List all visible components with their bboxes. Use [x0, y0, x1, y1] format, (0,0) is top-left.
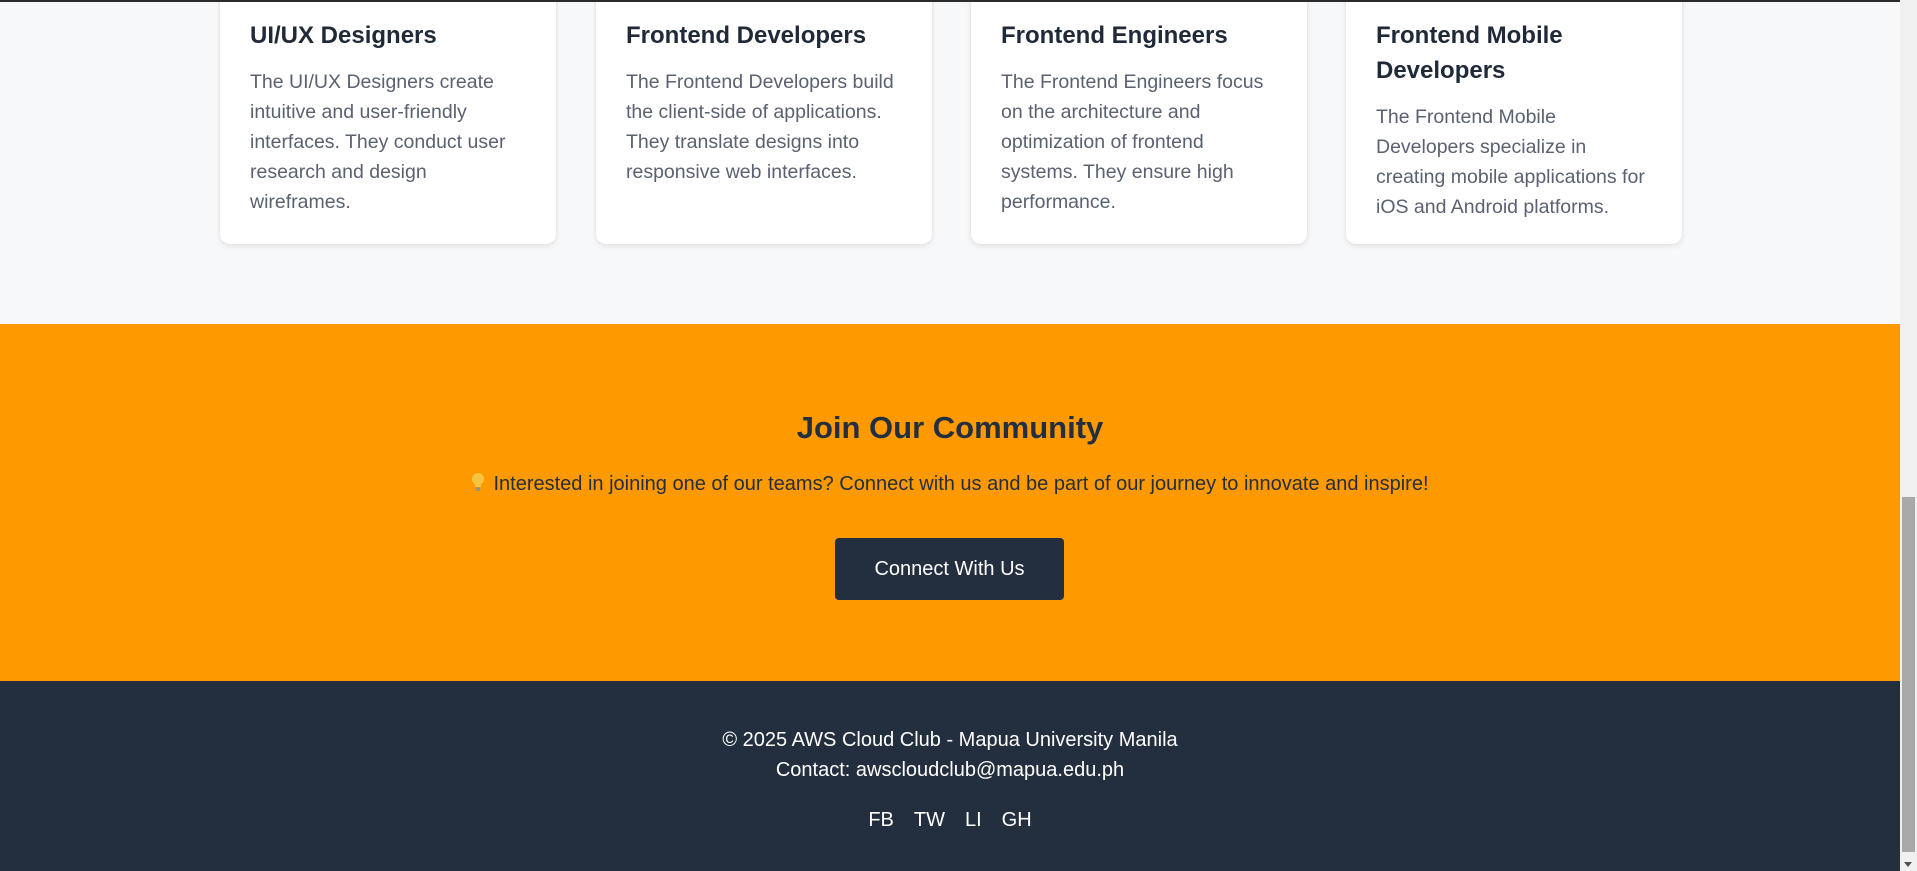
- lightbulb-icon: [471, 470, 485, 498]
- role-card-description: The Frontend Mobile Developers specializ…: [1376, 106, 1645, 218]
- role-card-description: The Frontend Developers build the client…: [626, 71, 894, 183]
- role-card-frontend-engineers: Frontend Engineers The Frontend Engineer…: [971, 0, 1307, 244]
- footer: © 2025 AWS Cloud Club - Mapua University…: [0, 681, 1900, 871]
- role-card-description: The UI/UX Designers create intuitive and…: [250, 71, 506, 213]
- role-card-ui-ux: UI/UX Designers The UI/UX Designers crea…: [220, 0, 556, 244]
- connect-with-us-button[interactable]: Connect With Us: [835, 538, 1064, 600]
- footer-contact: Contact: awscloudclub@mapua.edu.ph: [775, 759, 1125, 781]
- join-community-section: Join Our Community Interested in joining…: [0, 324, 1900, 681]
- role-card-title: Frontend Developers: [626, 22, 867, 49]
- community-subtitle: Interested in joining one of our teams? …: [0, 470, 1900, 498]
- social-link-facebook[interactable]: FB: [868, 805, 894, 835]
- social-link-linkedin[interactable]: LI: [965, 805, 982, 835]
- role-card-frontend-developers: Frontend Developers The Frontend Develop…: [596, 0, 932, 244]
- scrollbar-thumb[interactable]: [1902, 497, 1915, 852]
- top-edge-divider: [0, 0, 1900, 2]
- footer-copyright: © 2025 AWS Cloud Club - Mapua University…: [722, 729, 1178, 751]
- role-card-title: Frontend Engineers: [1001, 22, 1228, 49]
- scroll-down-arrow-icon[interactable]: [1904, 862, 1912, 867]
- community-heading: Join Our Community: [796, 410, 1104, 445]
- social-link-twitter[interactable]: TW: [914, 805, 945, 835]
- role-card-title: UI/UX Designers: [250, 22, 437, 49]
- role-card-frontend-mobile-developers: Frontend Mobile Developers The Frontend …: [1346, 0, 1682, 244]
- community-subtitle-text: Interested in joining one of our teams? …: [493, 473, 1429, 495]
- role-card-description: The Frontend Engineers focus on the arch…: [1001, 71, 1264, 213]
- roles-section: UI/UX Designers The UI/UX Designers crea…: [0, 0, 1900, 324]
- social-links: FB TW LI GH: [0, 805, 1900, 835]
- page: UI/UX Designers The UI/UX Designers crea…: [0, 0, 1917, 871]
- social-link-github[interactable]: GH: [1002, 805, 1032, 835]
- role-card-title: Frontend Mobile Developers: [1376, 22, 1563, 84]
- vertical-scrollbar[interactable]: [1900, 0, 1917, 871]
